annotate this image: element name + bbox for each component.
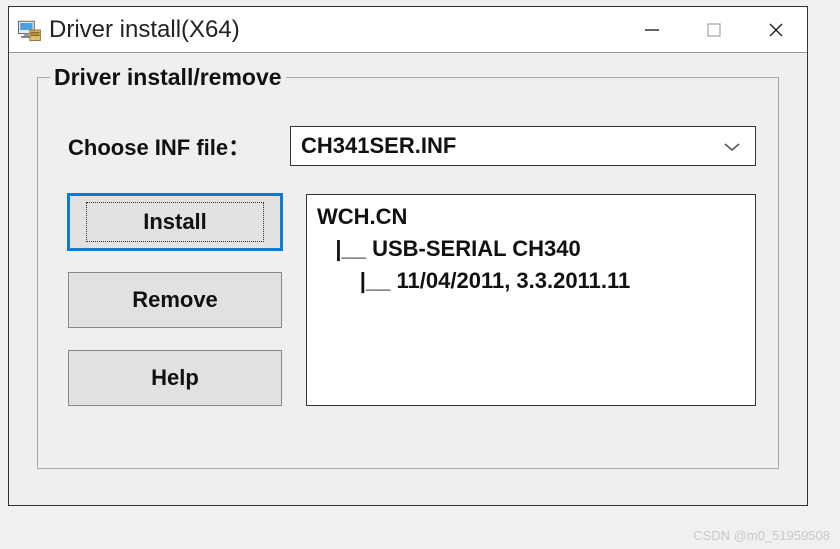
window-title: Driver install(X64) xyxy=(49,16,621,44)
minimize-button[interactable] xyxy=(621,7,683,52)
titlebar: Driver install(X64) xyxy=(9,7,807,53)
app-window: Driver install(X64) Driver install/remov… xyxy=(8,6,808,506)
help-button[interactable]: Help xyxy=(68,350,282,406)
driver-info-panel: WCH.CN |__ USB-SERIAL CH340 |__ 11/04/20… xyxy=(306,194,756,406)
inf-dropdown[interactable]: CH341SER.INF xyxy=(290,126,756,166)
info-line-3: |__ 11/04/2011, 3.3.2011.11 xyxy=(317,268,630,293)
install-button-label: Install xyxy=(86,202,264,242)
driver-groupbox: Driver install/remove Choose INF file： C… xyxy=(37,77,779,469)
info-line-1: WCH.CN xyxy=(317,204,407,229)
inf-row: Choose INF file： CH341SER.INF xyxy=(68,126,756,166)
app-icon xyxy=(15,16,43,44)
watermark: CSDN @m0_51959508 xyxy=(693,528,830,543)
button-column: Install Remove Help xyxy=(68,194,282,406)
install-button[interactable]: Install xyxy=(68,194,282,250)
body-row: Install Remove Help WCH.CN |__ USB-SERIA… xyxy=(68,194,756,406)
remove-button[interactable]: Remove xyxy=(68,272,282,328)
inf-selected-value: CH341SER.INF xyxy=(301,133,456,159)
chevron-down-icon xyxy=(723,133,741,159)
close-button[interactable] xyxy=(745,7,807,52)
help-button-label: Help xyxy=(151,365,199,391)
client-area: Driver install/remove Choose INF file： C… xyxy=(9,53,807,489)
info-line-2: |__ USB-SERIAL CH340 xyxy=(317,236,581,261)
maximize-button[interactable] xyxy=(683,7,745,52)
remove-button-label: Remove xyxy=(132,287,218,313)
inf-label: Choose INF file： xyxy=(68,130,290,162)
groupbox-legend: Driver install/remove xyxy=(50,64,286,91)
title-controls xyxy=(621,7,807,52)
